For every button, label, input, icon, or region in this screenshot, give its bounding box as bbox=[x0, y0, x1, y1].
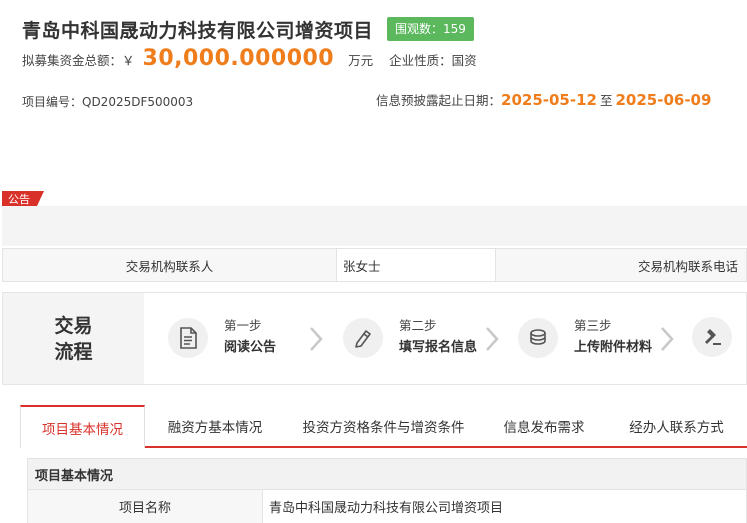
trade-process: 交易 流程 第一步 阅读公告 第二步 填写报名信息 第三步 上传附件材料 bbox=[2, 292, 747, 385]
section-title: 项目基本情况 bbox=[27, 458, 747, 490]
tab-info-release[interactable]: 信息发布需求 bbox=[482, 405, 606, 446]
tab-bar: 项目基本情况 融资方基本情况 投资方资格条件与增资条件 信息发布需求 经办人联系… bbox=[20, 405, 747, 448]
contact-row: 交易机构联系人 张女士 交易机构联系电话 bbox=[2, 248, 747, 282]
row-key: 项目名称 bbox=[28, 490, 263, 523]
disclosure-dates: 信息预披露起止日期： 2025-05-12 至 2025-06-09 bbox=[376, 90, 711, 109]
step-number: 第二步 bbox=[399, 318, 437, 333]
process-step-1[interactable]: 第一步 阅读公告 bbox=[168, 317, 276, 359]
coins-icon bbox=[518, 318, 558, 358]
funds-value: 30,000.000000 bbox=[142, 46, 335, 71]
notice-tag[interactable]: 公告 bbox=[2, 188, 44, 209]
step-title: 阅读公告 bbox=[224, 340, 277, 355]
notice-content bbox=[2, 206, 747, 246]
project-code: 项目编号：QD2025DF500003 bbox=[22, 95, 194, 109]
process-label: 交易 流程 bbox=[3, 293, 144, 384]
date-end: 2025-06-09 bbox=[615, 91, 712, 109]
project-title: 青岛中科国晟动力科技有限公司增资项目 bbox=[22, 19, 374, 42]
step-number: 第三步 bbox=[574, 318, 612, 333]
project-info-table: 项目基本情况 项目名称 青岛中科国晟动力科技有限公司增资项目 bbox=[27, 458, 747, 523]
contact-phone-label: 交易机构联系电话 bbox=[637, 258, 738, 274]
process-steps: 第一步 阅读公告 第二步 填写报名信息 第三步 上传附件材料 bbox=[144, 293, 746, 384]
disclosure-label: 信息预披露起止日期： bbox=[376, 93, 502, 108]
tab-investor-conditions[interactable]: 投资方资格条件与增资条件 bbox=[285, 405, 482, 446]
process-step-3[interactable]: 第三步 上传附件材料 bbox=[518, 317, 652, 359]
edit-icon bbox=[343, 318, 383, 358]
table-row: 项目名称 青岛中科国晟动力科技有限公司增资项目 bbox=[27, 490, 747, 523]
funds-label: 拟募集资金总额：￥ bbox=[22, 53, 135, 68]
row-value: 青岛中科国晟动力科技有限公司增资项目 bbox=[269, 501, 504, 516]
process-step-4[interactable] bbox=[692, 317, 732, 357]
tab-financier-basics[interactable]: 融资方基本情况 bbox=[145, 405, 285, 446]
document-icon bbox=[168, 318, 208, 358]
enterprise-nature: 企业性质：国资 bbox=[389, 53, 477, 68]
funds-row: 拟募集资金总额：￥ 30,000.000000 万元 企业性质：国资 bbox=[22, 46, 477, 76]
tab-handler-contact[interactable]: 经办人联系方式 bbox=[606, 405, 747, 446]
process-label-line2: 流程 bbox=[54, 340, 93, 363]
chevron-right-icon bbox=[661, 327, 674, 351]
step-number: 第一步 bbox=[224, 318, 262, 333]
funds-unit: 万元 bbox=[348, 53, 374, 68]
gavel-icon bbox=[692, 317, 732, 357]
tab-project-basics[interactable]: 项目基本情况 bbox=[20, 405, 145, 448]
step-title: 填写报名信息 bbox=[399, 340, 478, 355]
process-label-line1: 交易 bbox=[54, 314, 93, 337]
contact-person-label: 交易机构联系人 bbox=[125, 258, 214, 274]
views-badge: 围观数：159 bbox=[387, 17, 474, 41]
chevron-right-icon bbox=[310, 327, 323, 351]
process-step-2[interactable]: 第二步 填写报名信息 bbox=[343, 317, 477, 359]
title-row: 青岛中科国晟动力科技有限公司增资项目 围观数：159 bbox=[22, 14, 474, 44]
date-separator: 至 bbox=[599, 93, 613, 108]
contact-person-value: 张女士 bbox=[336, 249, 496, 281]
date-start: 2025-05-12 bbox=[501, 91, 597, 109]
step-title: 上传附件材料 bbox=[574, 340, 653, 355]
chevron-right-icon bbox=[486, 327, 499, 351]
